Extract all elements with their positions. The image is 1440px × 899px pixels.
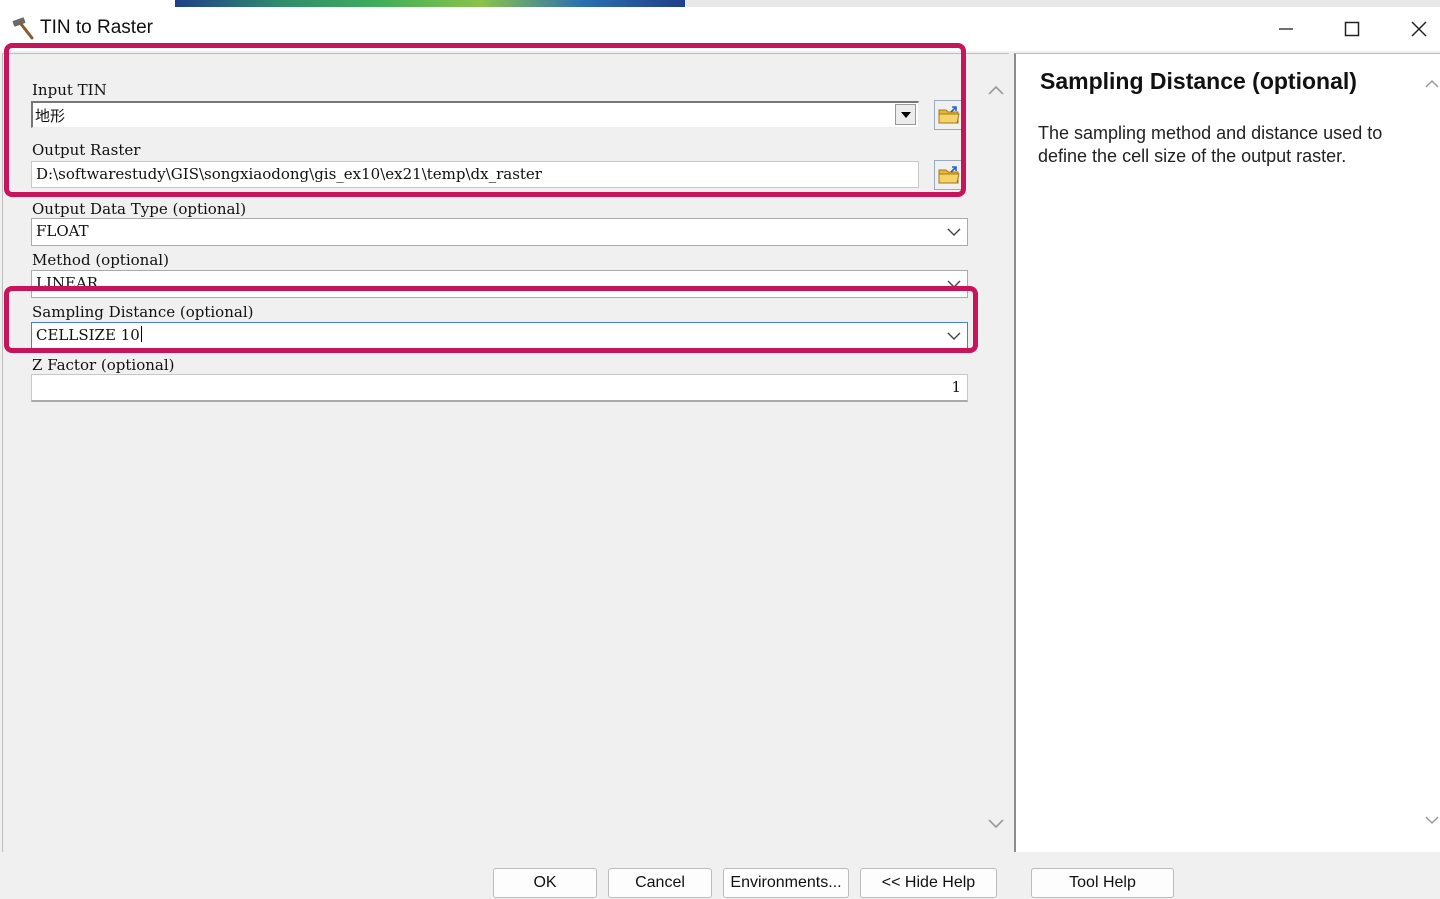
scroll-down-icon[interactable] (987, 814, 1005, 832)
window-title: TIN to Raster (40, 17, 153, 38)
output-data-type-value: FLOAT (36, 222, 89, 240)
close-icon (1411, 21, 1427, 37)
maximize-icon (1344, 21, 1360, 37)
background-map-strip (175, 0, 685, 7)
triangle-down-icon (900, 111, 911, 118)
chevron-down-icon (947, 332, 961, 340)
title-bar: TIN to Raster (0, 7, 1440, 51)
z-factor-value: 1 (951, 378, 961, 396)
text-caret (140, 326, 142, 342)
folder-icon (938, 106, 960, 124)
help-description: The sampling method and distance used to… (1038, 123, 1383, 166)
sampling-distance-value: CELLSIZE 10 (36, 326, 142, 344)
chevron-down-icon (947, 228, 961, 236)
parameters-pane: Input TIN 地形 Output Raster D:\softwarest… (2, 53, 1009, 852)
method-label: Method (optional) (32, 251, 169, 269)
z-factor-input[interactable]: 1 (31, 374, 968, 402)
ok-button[interactable]: OK (493, 868, 597, 898)
input-tin-combobox[interactable]: 地形 (31, 101, 919, 128)
input-tin-value: 地形 (35, 107, 66, 125)
minimize-icon (1279, 28, 1293, 30)
minimize-button[interactable] (1253, 7, 1319, 51)
sampling-distance-label: Sampling Distance (optional) (32, 303, 254, 321)
hammer-icon (10, 15, 36, 41)
method-select[interactable]: LINEAR (31, 270, 968, 298)
input-tin-browse-button[interactable] (934, 100, 964, 130)
output-raster-browse-button[interactable] (934, 160, 964, 190)
folder-icon (938, 166, 960, 184)
output-raster-value: D:\softwarestudy\GIS\songxiaodong\gis_ex… (36, 165, 542, 183)
chevron-down-icon (947, 280, 961, 288)
output-data-type-label: Output Data Type (optional) (32, 200, 247, 218)
z-factor-label: Z Factor (optional) (32, 356, 175, 374)
tin-to-raster-dialog: TIN to Raster Input TIN 地形 Output Raster… (0, 7, 1440, 899)
maximize-button[interactable] (1319, 7, 1385, 51)
scroll-up-icon[interactable] (987, 82, 1005, 100)
dialog-client-area: Input TIN 地形 Output Raster D:\softwarest… (0, 51, 1440, 899)
environments-button[interactable]: Environments... (723, 868, 849, 898)
input-tin-dropdown-button[interactable] (895, 104, 916, 125)
cancel-button[interactable]: Cancel (608, 868, 712, 898)
tool-help-button[interactable]: Tool Help (1031, 868, 1174, 898)
hide-help-button[interactable]: << Hide Help (860, 868, 997, 898)
parameters-scrollbar[interactable] (983, 54, 1009, 852)
help-pane: Sampling Distance (optional) The samplin… (1014, 53, 1440, 852)
close-button[interactable] (1386, 7, 1440, 51)
input-tin-label: Input TIN (32, 81, 107, 99)
output-raster-label: Output Raster (32, 141, 141, 159)
method-value: LINEAR (36, 274, 99, 292)
help-title: Sampling Distance (optional) (1040, 68, 1357, 94)
output-data-type-select[interactable]: FLOAT (31, 218, 968, 246)
scroll-up-icon[interactable] (1424, 76, 1440, 92)
background-strip (685, 0, 1440, 7)
sampling-distance-select[interactable]: CELLSIZE 10 (31, 322, 968, 350)
output-raster-input[interactable]: D:\softwarestudy\GIS\songxiaodong\gis_ex… (31, 161, 919, 188)
scroll-down-icon[interactable] (1424, 812, 1440, 828)
